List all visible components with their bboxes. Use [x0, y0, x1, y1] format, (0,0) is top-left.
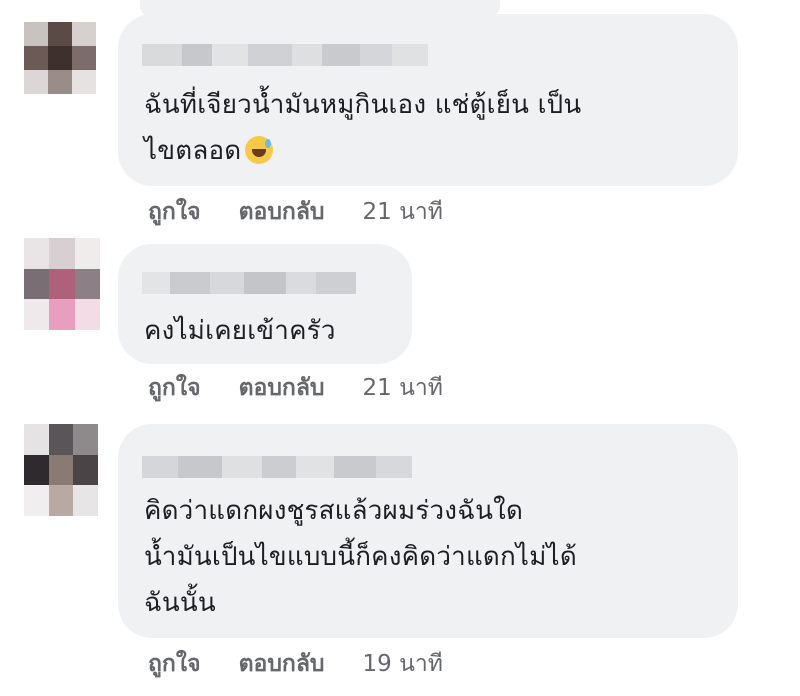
reply-button[interactable]: ตอบกลับ: [239, 194, 325, 230]
comment-text: ฉันที่เจียวน้ำมันหมูกินเอง แช่ตู้เย็น เป…: [144, 90, 582, 166]
sweat-smile-icon: [245, 136, 274, 164]
commenter-name-blurred[interactable]: [142, 272, 356, 294]
comment-timestamp[interactable]: 21 นาที: [363, 194, 443, 230]
comment-bubble: คงไม่เคยเข้าครัว: [118, 244, 412, 364]
reply-button[interactable]: ตอบกลับ: [239, 370, 325, 406]
comment-timestamp[interactable]: 19 นาที: [363, 646, 443, 682]
like-button[interactable]: ถูกใจ: [148, 194, 201, 230]
comment-text: คงไม่เคยเข้าครัว: [144, 316, 336, 346]
comment-timestamp[interactable]: 21 นาที: [363, 370, 443, 406]
like-button[interactable]: ถูกใจ: [148, 370, 201, 406]
comment-bubble: คิดว่าแดกผงชูรสแล้วผมร่วงฉันใด น้ำมันเป็…: [118, 424, 738, 638]
commenter-name-blurred[interactable]: [142, 44, 428, 66]
avatar[interactable]: [24, 22, 96, 94]
comment-text: คิดว่าแดกผงชูรสแล้วผมร่วงฉันใด น้ำมันเป็…: [144, 496, 577, 618]
avatar[interactable]: [24, 238, 100, 330]
avatar[interactable]: [24, 424, 98, 516]
commenter-name-blurred[interactable]: [142, 456, 412, 478]
reply-button[interactable]: ตอบกลับ: [239, 646, 325, 682]
like-button[interactable]: ถูกใจ: [148, 646, 201, 682]
comment-bubble: ฉันที่เจียวน้ำมันหมูกินเอง แช่ตู้เย็น เป…: [118, 14, 738, 186]
